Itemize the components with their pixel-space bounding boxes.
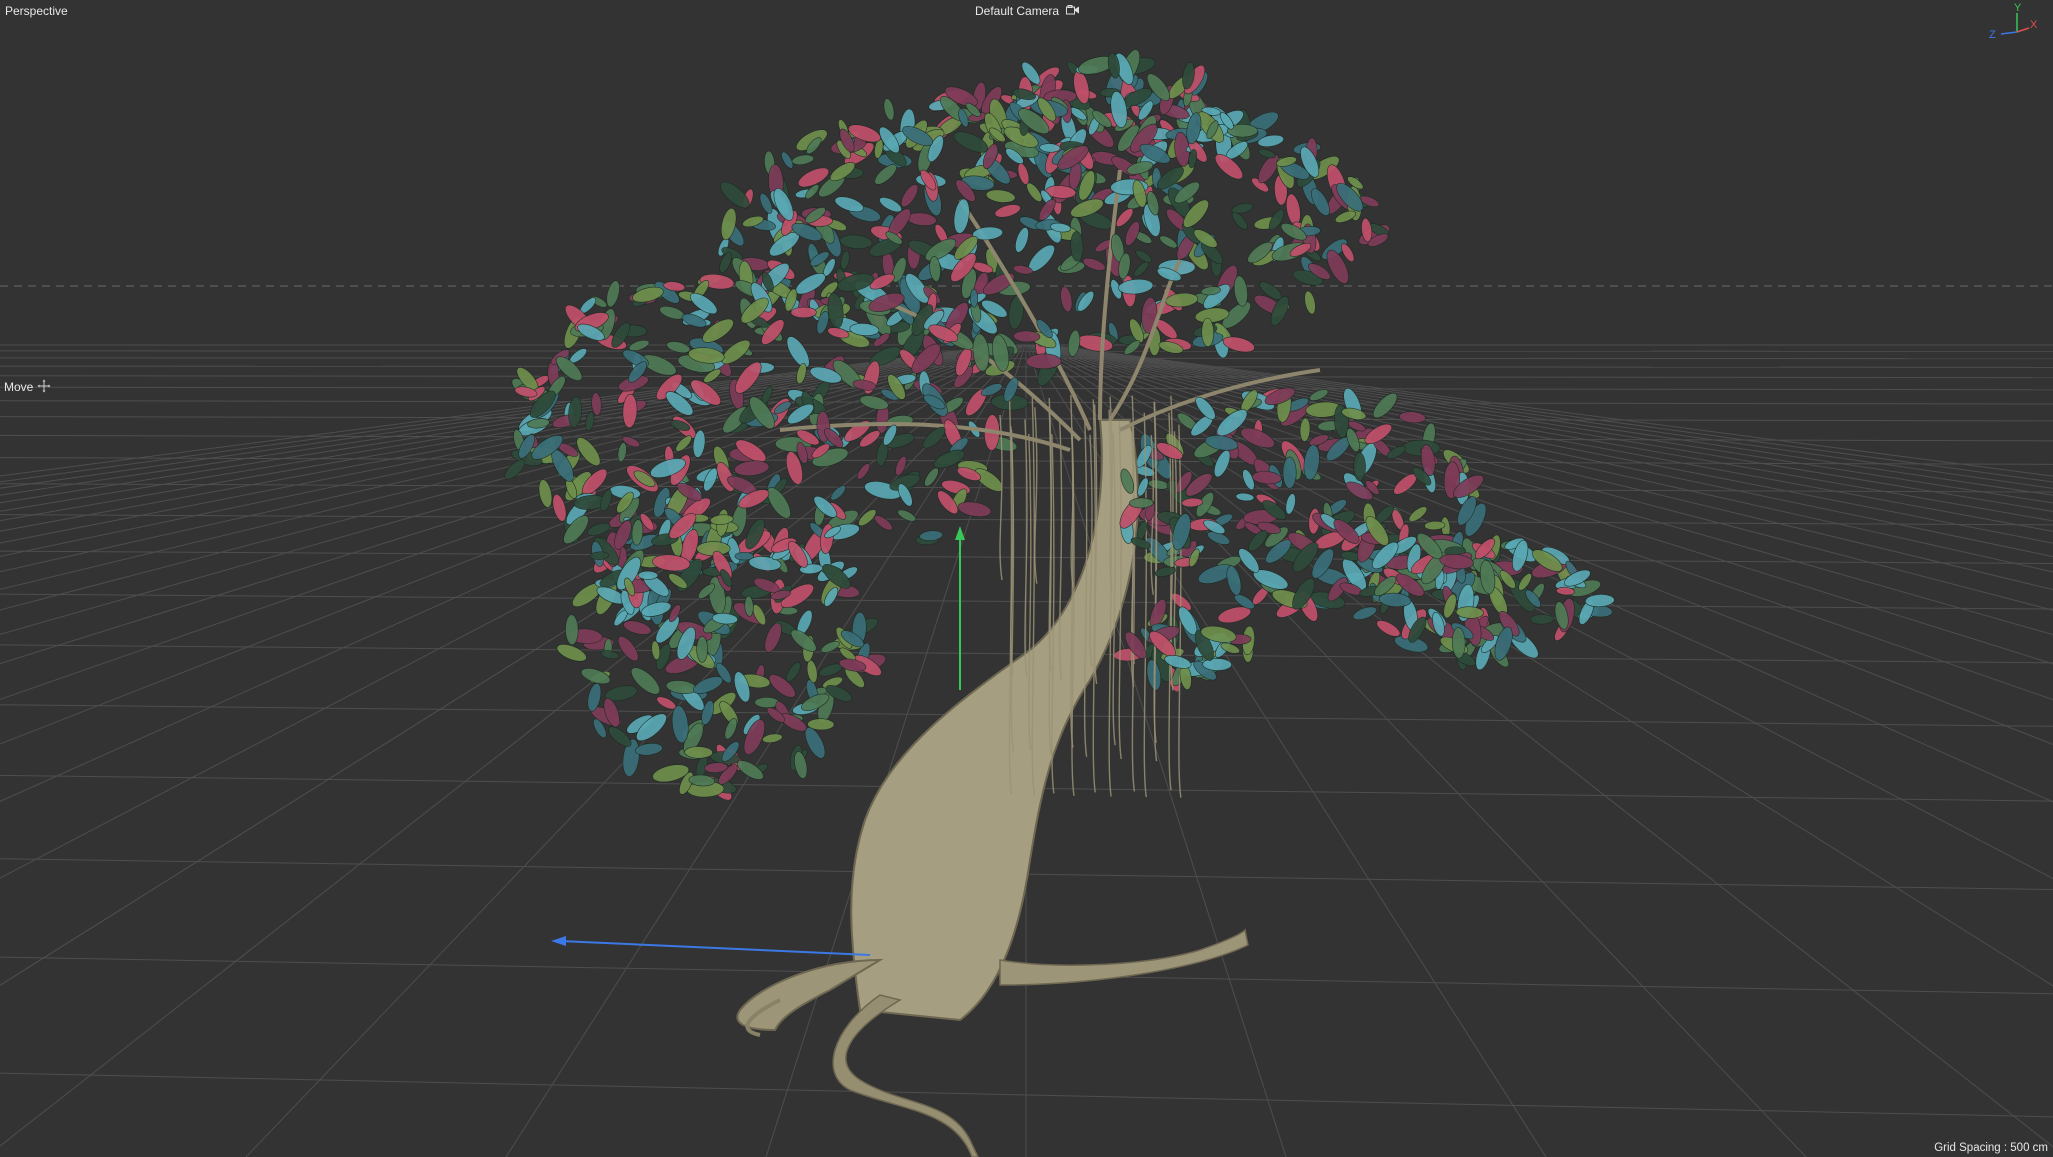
- viewport-scene[interactable]: [0, 0, 2053, 1157]
- axis-orientation-gizmo: Y X Z: [1980, 2, 2042, 42]
- camera-selector[interactable]: Default Camera: [975, 4, 1080, 18]
- active-tool-indicator: Move: [4, 379, 51, 394]
- tool-name: Move: [4, 380, 34, 394]
- grid-spacing-readout: Grid Spacing : 500 cm: [1934, 1142, 2048, 1154]
- gizmo-z-label: Z: [1989, 29, 1996, 41]
- gizmo-x-axis: [2016, 27, 2030, 33]
- camera-name: Default Camera: [975, 4, 1060, 18]
- gizmo-x-label: X: [2030, 19, 2038, 31]
- move-crosshair-icon: [37, 379, 51, 394]
- root-right: [999, 928, 1249, 986]
- manipulator-z-arrow: [551, 936, 566, 946]
- manipulator-y-arrow: [955, 526, 965, 540]
- view-title[interactable]: Perspective: [5, 4, 68, 18]
- 3d-viewport[interactable]: Perspective Default Camera Move Y X Z Gr…: [0, 0, 2053, 1157]
- manipulator-z-axis: [559, 940, 871, 956]
- gizmo-y-label: Y: [2014, 2, 2022, 14]
- camera-icon[interactable]: [1066, 4, 1080, 18]
- gizmo-z-axis: [2000, 31, 2018, 35]
